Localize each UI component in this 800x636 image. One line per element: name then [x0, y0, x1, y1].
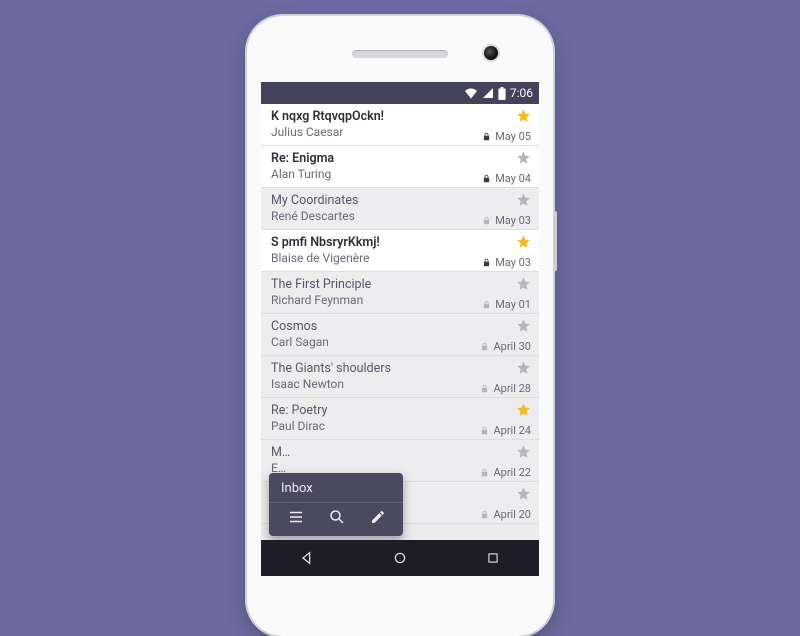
message-list[interactable]: K nqxg RtqvqpOckn!Julius Caesar May 05 Re:…: [261, 104, 539, 540]
lock-icon: [482, 127, 491, 146]
message-row[interactable]: CosmosCarl Sagan April 30: [261, 314, 539, 356]
message-row[interactable]: My CoordinatesRené Descartes May 03: [261, 188, 539, 230]
message-date: May 04: [495, 172, 531, 185]
message-date: April 24: [493, 424, 531, 437]
message-sender: Blaise de Vigenère: [271, 251, 463, 266]
cell-signal-icon: [482, 87, 494, 99]
message-subject: The First Principle: [271, 277, 463, 293]
lock-icon: [480, 505, 489, 524]
message-row[interactable]: S pmfi NbsryrKkmj!Blaise de Vigenère May …: [261, 230, 539, 272]
star-icon[interactable]: [516, 360, 531, 379]
message-date: May 03: [495, 256, 531, 269]
message-subject: S pmfi NbsryrKkmj!: [271, 235, 463, 251]
star-icon[interactable]: [516, 234, 531, 253]
star-icon[interactable]: [516, 276, 531, 295]
message-subject: My Coordinates: [271, 193, 463, 209]
lock-icon: [480, 337, 489, 356]
star-icon[interactable]: [516, 444, 531, 463]
nav-back-button[interactable]: [287, 540, 327, 576]
message-sender: René Descartes: [271, 209, 463, 224]
battery-icon: [498, 87, 506, 100]
lock-icon: [482, 169, 491, 188]
wifi-icon: [464, 87, 478, 99]
message-subject: M…: [271, 445, 463, 461]
message-subject: The Giants' shoulders: [271, 361, 463, 377]
phone-speaker: [352, 50, 448, 58]
star-icon[interactable]: [516, 486, 531, 505]
status-time: 7:06: [510, 86, 533, 100]
message-sender: Richard Feynman: [271, 293, 463, 308]
status-bar: 7:06: [261, 82, 539, 104]
lock-icon: [482, 211, 491, 230]
menu-button[interactable]: [281, 504, 311, 530]
message-row[interactable]: The Giants' shouldersIsaac Newton April 2…: [261, 356, 539, 398]
message-subject: Cosmos: [271, 319, 463, 335]
inbox-toolbar-title: Inbox: [281, 481, 393, 496]
lock-icon: [482, 295, 491, 314]
message-sender: Paul Dirac: [271, 419, 463, 434]
phone-frame: 7:06 K nqxg RtqvqpOckn!Julius Caesar May …: [247, 16, 553, 636]
message-date: May 03: [495, 214, 531, 227]
message-row[interactable]: The First PrincipleRichard Feynman May 01: [261, 272, 539, 314]
message-sender: Julius Caesar: [271, 125, 463, 140]
message-date: April 22: [493, 466, 531, 479]
nav-recents-button[interactable]: [473, 540, 513, 576]
nav-home-button[interactable]: [380, 540, 420, 576]
lock-icon: [482, 253, 491, 272]
lock-icon: [480, 463, 489, 482]
message-sender: Isaac Newton: [271, 377, 463, 392]
message-sender: Alan Turing: [271, 167, 463, 182]
message-date: April 20: [493, 508, 531, 521]
message-row[interactable]: K nqxg RtqvqpOckn!Julius Caesar May 05: [261, 104, 539, 146]
message-date: May 05: [495, 130, 531, 143]
star-icon[interactable]: [516, 108, 531, 127]
search-button[interactable]: [322, 504, 352, 530]
star-icon[interactable]: [516, 192, 531, 211]
android-nav-bar: [261, 540, 539, 576]
star-icon[interactable]: [516, 318, 531, 337]
compose-button[interactable]: [363, 504, 393, 530]
inbox-toolbar: Inbox: [269, 473, 403, 536]
message-subject: K nqxg RtqvqpOckn!: [271, 109, 463, 125]
lock-icon: [480, 421, 489, 440]
star-icon[interactable]: [516, 402, 531, 421]
inbox-toolbar-divider: [269, 502, 403, 503]
message-date: April 28: [493, 382, 531, 395]
phone-side-button: [553, 211, 557, 271]
message-date: April 30: [493, 340, 531, 353]
message-subject: Re: Poetry: [271, 403, 463, 419]
screen: 7:06 K nqxg RtqvqpOckn!Julius Caesar May …: [261, 82, 539, 576]
message-sender: Carl Sagan: [271, 335, 463, 350]
message-row[interactable]: Re: PoetryPaul Dirac April 24: [261, 398, 539, 440]
message-date: May 01: [495, 298, 531, 311]
star-icon[interactable]: [516, 150, 531, 169]
message-subject: Re: Enigma: [271, 151, 463, 167]
lock-icon: [480, 379, 489, 398]
phone-camera: [484, 46, 498, 60]
message-row[interactable]: Re: EnigmaAlan Turing May 04: [261, 146, 539, 188]
